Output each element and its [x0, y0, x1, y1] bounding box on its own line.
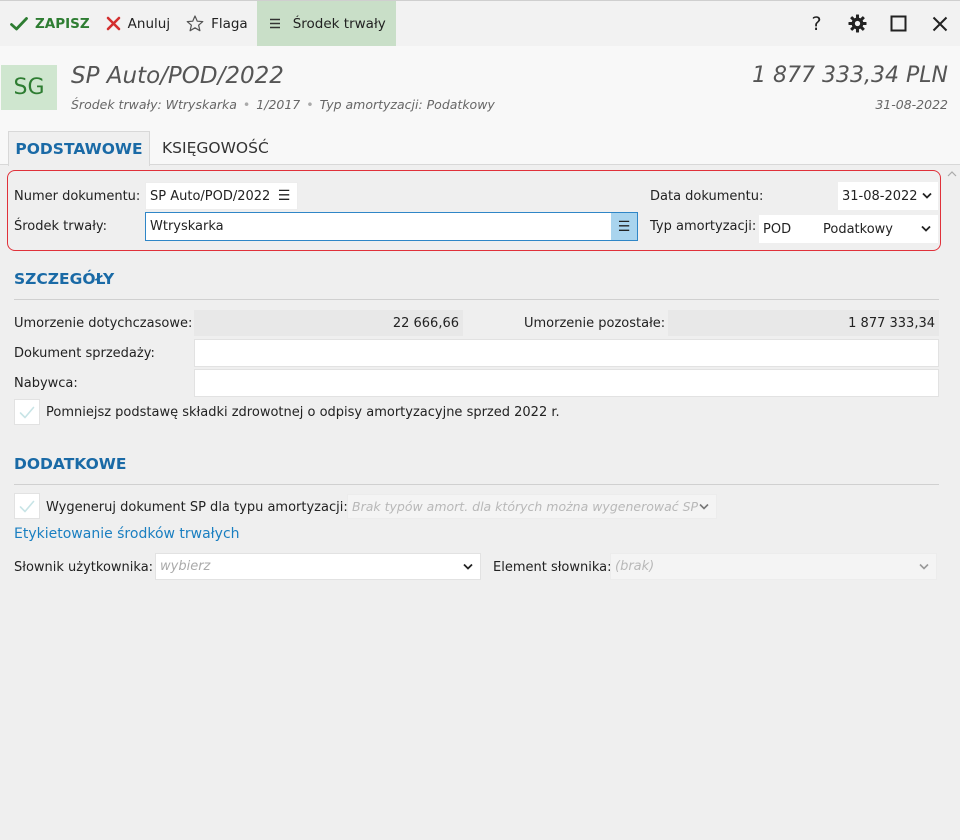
chevron-down-icon	[919, 563, 929, 570]
doc-date-label: Data dokumentu:	[650, 189, 764, 204]
toolbar: ZAPISZ Anuluj Flaga Środek trwały ?	[0, 0, 960, 46]
buyer-label: Nabywca:	[14, 376, 78, 391]
chevron-down-icon	[921, 225, 931, 232]
doc-number-menu-icon[interactable]: ☰	[271, 183, 297, 209]
dict-element-label: Element słownika:	[493, 560, 612, 575]
dep-to-date-value: 22 666,66	[194, 310, 463, 336]
gear-icon	[848, 14, 867, 33]
checkmark-icon	[19, 500, 35, 512]
amort-type-field[interactable]: POD Podatkowy	[759, 215, 938, 243]
asset-menu-button[interactable]: Środek trwały	[256, 1, 396, 46]
dict-element-select[interactable]: (brak)	[610, 553, 937, 580]
maximize-icon	[890, 15, 907, 32]
sale-doc-label: Dokument sprzedaży:	[14, 346, 155, 361]
doc-date-field[interactable]: 31-08-2022	[838, 182, 938, 210]
asset-label: Środek trwały:	[14, 219, 108, 234]
labeling-link[interactable]: Etykietowanie środków trwałych	[14, 526, 240, 542]
amort-type-value: Podatkowy	[823, 221, 893, 237]
document-header: SG SP Auto/POD/2022 Środek trwały: Wtrys…	[0, 46, 960, 131]
header-date: 31-08-2022	[875, 97, 948, 112]
dep-remaining-label: Umorzenie pozostałe:	[524, 316, 666, 331]
amort-type-code: POD	[763, 221, 792, 237]
dep-to-date-label: Umorzenie dotychczasowe:	[14, 316, 193, 331]
divider	[14, 299, 939, 300]
doc-number-field[interactable]: SP Auto/POD/2022 ☰	[145, 182, 298, 210]
help-button[interactable]: ?	[796, 1, 837, 46]
subtitle-type: Typ amortyzacji: Podatkowy	[319, 97, 495, 112]
avatar: SG	[1, 65, 57, 110]
asset-field[interactable]: Wtryskarka ☰	[145, 212, 638, 241]
generate-placeholder: Brak typów amort. dla których można wyge…	[352, 499, 699, 514]
header-amount: 1 877 333,34 PLN	[752, 63, 948, 88]
subtitle-number: 1/2017	[256, 97, 301, 112]
dict-element-placeholder: (brak)	[615, 559, 655, 574]
hamburger-icon	[269, 18, 280, 29]
generate-checkbox[interactable]	[14, 493, 40, 519]
divider	[14, 484, 939, 485]
scroll-up-icon[interactable]	[947, 169, 957, 179]
health-checkbox-label: Pomniejsz podstawę składki zdrowotnej o …	[46, 405, 560, 420]
close-icon	[932, 16, 947, 31]
chevron-down-icon	[699, 503, 709, 510]
amort-type-label: Typ amortyzacji:	[650, 219, 757, 234]
maximize-button[interactable]	[878, 1, 919, 46]
generate-select[interactable]: Brak typów amort. dla których można wyge…	[347, 494, 717, 519]
settings-button[interactable]	[837, 1, 878, 46]
section-title-details: SZCZEGÓŁY	[14, 270, 115, 288]
save-button[interactable]: ZAPISZ	[0, 1, 98, 46]
flag-button[interactable]: Flaga	[178, 1, 256, 46]
doc-number-value: SP Auto/POD/2022	[150, 188, 271, 204]
checkmark-icon	[10, 16, 28, 30]
checkmark-icon	[19, 406, 35, 418]
page-title: SP Auto/POD/2022	[71, 63, 284, 89]
flag-label: Flaga	[211, 15, 248, 32]
health-checkbox[interactable]	[14, 399, 40, 425]
chevron-down-icon	[463, 563, 473, 570]
cancel-label: Anuluj	[127, 15, 171, 32]
chevron-down-icon	[922, 192, 932, 199]
sale-doc-field[interactable]	[194, 339, 939, 367]
generate-label: Wygeneruj dokument SP dla typu amortyzac…	[46, 500, 348, 515]
save-label: ZAPISZ	[35, 15, 90, 32]
header-subtitle: Środek trwały: Wtryskarka • 1/2017 • Typ amo…	[71, 97, 495, 112]
cancel-button[interactable]: Anuluj	[98, 1, 178, 46]
dict-label: Słownik użytkownika:	[14, 560, 154, 575]
star-icon	[186, 15, 204, 32]
asset-value: Wtryskarka	[150, 219, 224, 234]
asset-menu-icon[interactable]: ☰	[611, 213, 637, 240]
close-button[interactable]	[919, 1, 960, 46]
section-title-additional: DODATKOWE	[14, 455, 127, 473]
dict-select[interactable]: wybierz	[155, 553, 481, 580]
tab-podstawowe[interactable]: PODSTAWOWE	[8, 131, 150, 166]
dep-remaining-value: 1 877 333,34	[668, 310, 939, 336]
asset-menu-label: Środek trwały	[292, 15, 386, 32]
dict-placeholder: wybierz	[160, 559, 211, 574]
subtitle-asset: Środek trwały: Wtryskarka	[71, 97, 237, 112]
tab-bar: PODSTAWOWE KSIĘGOWOŚĆ	[0, 131, 960, 166]
doc-date-value: 31-08-2022	[842, 188, 918, 204]
tab-ksiegowosc[interactable]: KSIĘGOWOŚĆ	[162, 131, 269, 165]
close-red-icon	[106, 16, 120, 31]
buyer-field[interactable]	[194, 369, 939, 397]
doc-number-label: Numer dokumentu:	[14, 189, 141, 204]
